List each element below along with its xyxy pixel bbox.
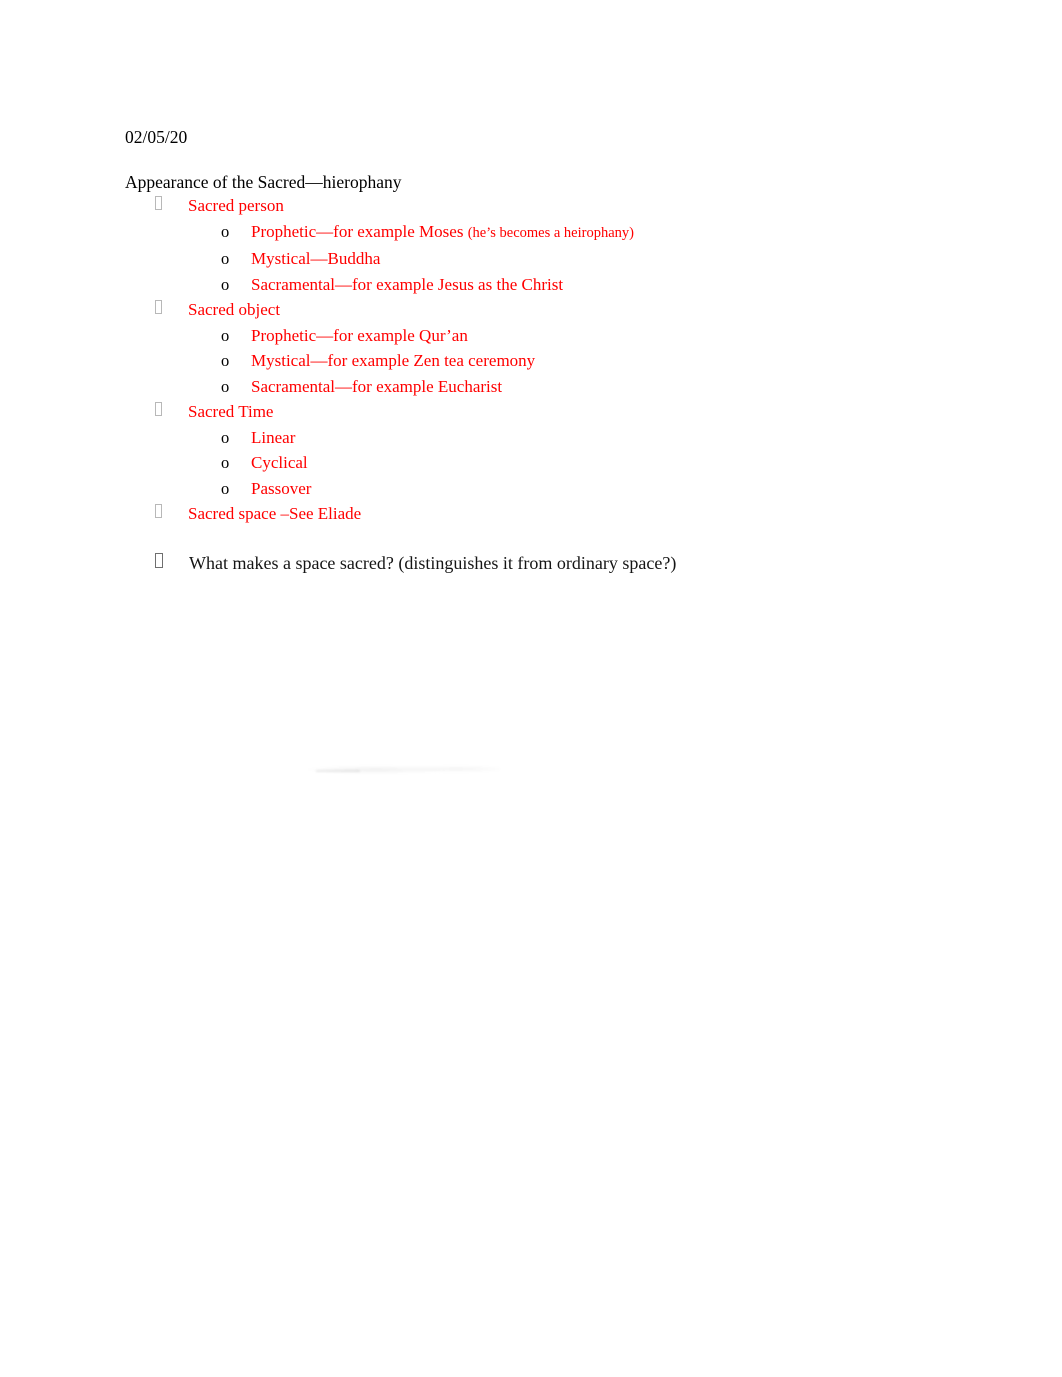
outline-item-label: Mystical—Buddha <box>251 249 381 268</box>
outline-item-label: Prophetic—for example Qur’an <box>251 325 468 345</box>
outline-item-level1: Sacred object <box>125 297 985 323</box>
outline-item-label: Sacred object <box>188 300 281 319</box>
outline-item-level2: o Sacramental—for example Jesus as the C… <box>125 272 985 298</box>
outline-item-level1: Sacred space –See Eliade <box>125 501 985 527</box>
o-bullet-icon: o <box>221 427 230 447</box>
document-body: 02/05/20 Appearance of the Sacred—hierop… <box>125 127 985 576</box>
outline-item-level1: What makes a space sacred? (distinguishe… <box>125 551 985 577</box>
outline-item-note: (he’s becomes a heirophany) <box>467 224 634 241</box>
o-bullet-icon: o <box>221 221 230 241</box>
o-bullet-icon: o <box>221 478 230 498</box>
outline-item-level2: o Cyclical <box>125 450 985 476</box>
o-bullet-icon: o <box>221 249 230 268</box>
outline-item-level2: o Linear <box>125 425 985 451</box>
date-line: 02/05/20 <box>125 127 188 147</box>
outline-item-level2: o Sacramental—for example Eucharist <box>125 374 985 400</box>
tofu-bullet-icon <box>155 552 163 568</box>
outline-item-label: Cyclical <box>251 453 308 472</box>
outline-item-label: Sacramental—for example Eucharist <box>251 376 503 396</box>
o-bullet-icon: o <box>221 274 230 294</box>
outline-item-level2: o Prophetic—for example Qur’an <box>125 323 985 349</box>
page-shadow-artifact-line <box>316 770 360 772</box>
outline-item-label: Prophetic—for example Moses <box>251 221 468 241</box>
page-shadow-artifact <box>300 762 500 776</box>
outline-item-level2: o Passover <box>125 476 985 502</box>
outline-item-label: Mystical—for example Zen tea ceremony <box>251 351 536 370</box>
outline-item-level1: Sacred Time <box>125 399 985 425</box>
o-bullet-icon: o <box>221 325 230 345</box>
outline-item-label: Linear <box>251 427 296 447</box>
tofu-bullet-icon <box>155 402 162 416</box>
outline-item-level2: o Mystical—Buddha <box>125 246 985 272</box>
outline-item-label: Sacred person <box>188 196 284 215</box>
outline-item-level1: Sacred person <box>125 193 985 219</box>
tofu-bullet-icon <box>155 504 162 518</box>
outline-item-level2: o Mystical—for example Zen tea ceremony <box>125 348 985 374</box>
o-bullet-icon: o <box>221 376 230 396</box>
o-bullet-icon: o <box>221 453 230 472</box>
outline-item-label: What makes a space sacred? (distinguishe… <box>189 552 677 573</box>
outline-item-label: Sacramental—for example Jesus as the Chr… <box>251 274 564 294</box>
o-bullet-icon: o <box>221 351 230 370</box>
outline-item-label: Sacred Time <box>188 402 274 421</box>
document-page: 02/05/20 Appearance of the Sacred—hierop… <box>0 0 1062 1377</box>
page-title: Appearance of the Sacred—hierophany <box>125 172 402 192</box>
tofu-bullet-icon <box>155 196 162 210</box>
tofu-bullet-icon <box>155 300 162 314</box>
outline-item-label: Passover <box>251 478 312 498</box>
outline-item-label: Sacred space –See Eliade <box>188 504 362 523</box>
outline-item-level2: o Prophetic—for example Moses (he’s beco… <box>125 219 985 247</box>
